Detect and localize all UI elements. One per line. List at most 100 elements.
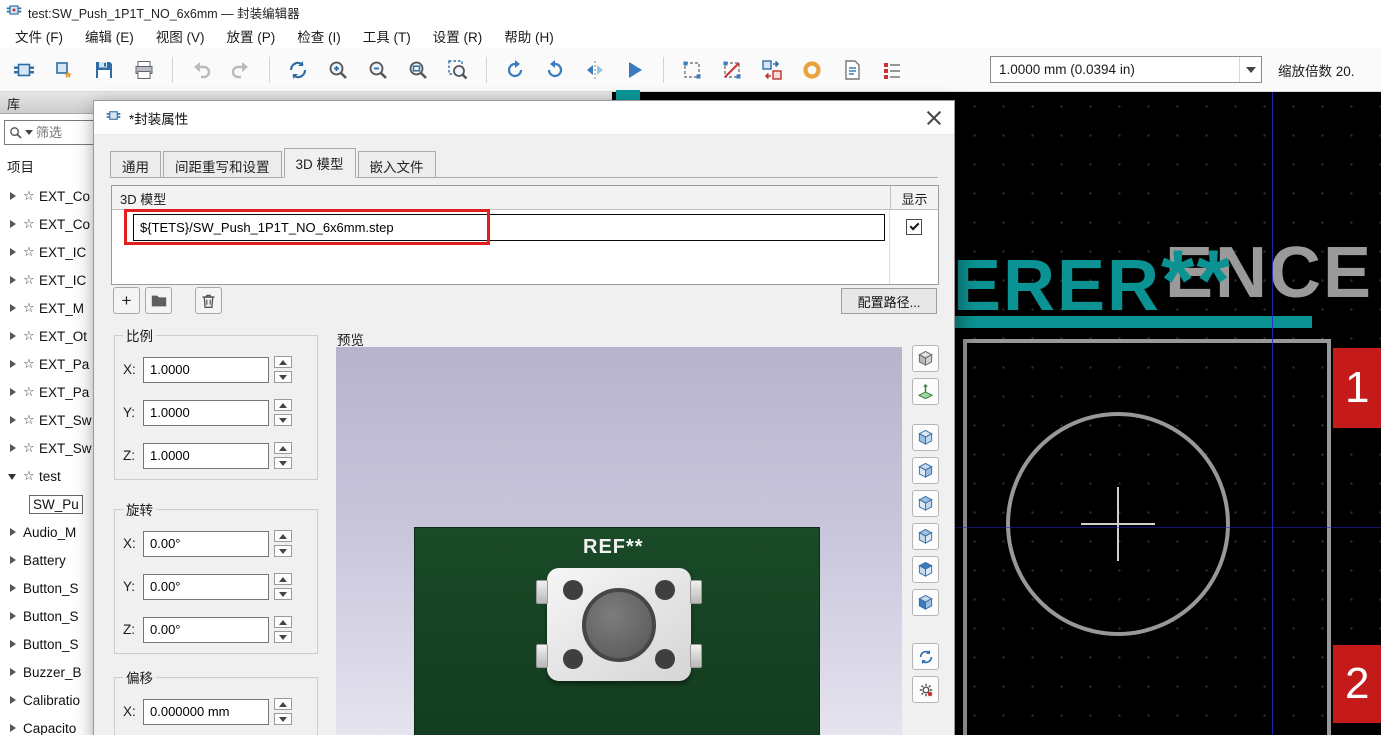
tab-clearance-overrides[interactable]: 间距重写和设置 — [163, 151, 282, 177]
zoom-out-button[interactable] — [360, 52, 396, 88]
expand-chevron-icon[interactable] — [8, 359, 18, 369]
expand-chevron-icon[interactable] — [8, 471, 18, 481]
redo-button[interactable] — [223, 52, 259, 88]
pad-properties-button[interactable] — [794, 52, 830, 88]
refresh-icon — [918, 649, 934, 665]
tab-3d-models[interactable]: 3D 模型 — [284, 148, 356, 178]
group-button[interactable] — [674, 52, 710, 88]
spin-down-button[interactable] — [274, 371, 292, 383]
expand-chevron-icon[interactable] — [8, 611, 18, 621]
silkscreen-line[interactable] — [955, 316, 1312, 328]
scale-group: 比例 X: Y: Z: — [114, 325, 318, 480]
expand-chevron-icon[interactable] — [8, 527, 18, 537]
expand-chevron-icon[interactable] — [8, 331, 18, 341]
menu-item[interactable]: 视图 (V) — [145, 23, 216, 49]
update-footprint-button[interactable] — [754, 52, 790, 88]
expand-chevron-icon[interactable] — [8, 639, 18, 649]
spin-up-button[interactable] — [274, 442, 292, 454]
spin-up-button[interactable] — [274, 573, 292, 585]
scale-value-input[interactable] — [143, 357, 269, 383]
expand-chevron-icon[interactable] — [8, 667, 18, 677]
dialog-titlebar[interactable]: *封装属性 — [94, 101, 954, 135]
expand-chevron-icon[interactable] — [8, 191, 18, 201]
menu-item[interactable]: 放置 (P) — [216, 23, 287, 49]
model-show-checkbox[interactable] — [906, 219, 922, 235]
view-top-button[interactable] — [912, 556, 939, 583]
ungroup-button[interactable] — [714, 52, 750, 88]
pad-1[interactable]: 1 — [1333, 348, 1381, 428]
rotate-cw-button[interactable] — [537, 52, 573, 88]
spin-up-button[interactable] — [274, 399, 292, 411]
add-model-button[interactable]: + — [113, 287, 140, 314]
pad-table-button[interactable] — [874, 52, 910, 88]
scale-value-input[interactable] — [143, 443, 269, 469]
spin-up-button[interactable] — [274, 530, 292, 542]
delete-model-button[interactable] — [195, 287, 222, 314]
view-front-button[interactable] — [912, 424, 939, 451]
expand-chevron-icon[interactable] — [8, 583, 18, 593]
tree-item-label: Button_S — [23, 581, 79, 596]
print-button[interactable] — [126, 52, 162, 88]
refresh-view-button[interactable] — [280, 52, 316, 88]
expand-chevron-icon[interactable] — [8, 303, 18, 313]
pad-2[interactable]: 2 — [1333, 645, 1381, 723]
menu-item[interactable]: 设置 (R) — [422, 23, 494, 49]
expand-chevron-icon[interactable] — [8, 723, 18, 733]
spin-down-button[interactable] — [274, 713, 292, 725]
expand-chevron-icon[interactable] — [8, 695, 18, 705]
spin-up-button[interactable] — [274, 698, 292, 710]
offset-value-input[interactable] — [143, 699, 269, 725]
zoom-fit-button[interactable] — [400, 52, 436, 88]
menu-item[interactable]: 工具 (T) — [352, 23, 422, 49]
3d-preview[interactable]: REF** — [336, 347, 902, 735]
rotation-value-input[interactable] — [143, 617, 269, 643]
expand-chevron-icon[interactable] — [8, 275, 18, 285]
spin-up-button[interactable] — [274, 616, 292, 628]
text-properties-button[interactable] — [834, 52, 870, 88]
model-settings-button[interactable] — [912, 676, 939, 703]
rotation-value-input[interactable] — [143, 531, 269, 557]
expand-chevron-icon[interactable] — [8, 247, 18, 257]
reload-model-button[interactable] — [912, 643, 939, 670]
show-axes-button[interactable] — [912, 378, 939, 405]
browse-model-button[interactable] — [145, 287, 172, 314]
rotate-ccw-button[interactable] — [497, 52, 533, 88]
configure-paths-button[interactable]: 配置路径... — [841, 288, 937, 314]
star-icon: ☆ — [23, 216, 39, 232]
scale-value-input[interactable] — [143, 400, 269, 426]
expand-chevron-icon[interactable] — [8, 443, 18, 453]
new-footprint-button[interactable] — [6, 52, 42, 88]
spin-down-button[interactable] — [274, 588, 292, 600]
view-orthographic-button[interactable] — [912, 345, 939, 372]
view-right-button[interactable] — [912, 523, 939, 550]
spin-down-button[interactable] — [274, 545, 292, 557]
spin-down-button[interactable] — [274, 631, 292, 643]
menu-item[interactable]: 文件 (F) — [4, 23, 74, 49]
mirror-horizontal-button[interactable] — [577, 52, 613, 88]
view-back-button[interactable] — [912, 457, 939, 484]
footprint-wizard-button[interactable] — [46, 52, 82, 88]
menu-item[interactable]: 检查 (I) — [286, 23, 352, 49]
spin-down-button[interactable] — [274, 457, 292, 469]
expand-chevron-icon[interactable] — [8, 555, 18, 565]
spin-down-button[interactable] — [274, 414, 292, 426]
expand-chevron-icon[interactable] — [8, 387, 18, 397]
spin-up-button[interactable] — [274, 356, 292, 368]
undo-button[interactable] — [183, 52, 219, 88]
tab-embedded-files[interactable]: 嵌入文件 — [358, 151, 436, 177]
flip-button[interactable] — [617, 52, 653, 88]
grid-size-select[interactable]: 1.0000 mm (0.0394 in) — [990, 56, 1262, 83]
save-button[interactable] — [86, 52, 122, 88]
expand-chevron-icon[interactable] — [8, 415, 18, 425]
rotation-value-input[interactable] — [143, 574, 269, 600]
tab-general[interactable]: 通用 — [110, 151, 161, 177]
menu-item[interactable]: 编辑 (E) — [74, 23, 145, 49]
menu-item[interactable]: 帮助 (H) — [493, 23, 565, 49]
zoom-selection-button[interactable] — [440, 52, 476, 88]
close-icon[interactable] — [926, 110, 942, 126]
zoom-in-button[interactable] — [320, 52, 356, 88]
view-bottom-button[interactable] — [912, 589, 939, 616]
expand-chevron-icon[interactable] — [8, 219, 18, 229]
model-path-input[interactable] — [133, 214, 885, 241]
view-left-button[interactable] — [912, 490, 939, 517]
